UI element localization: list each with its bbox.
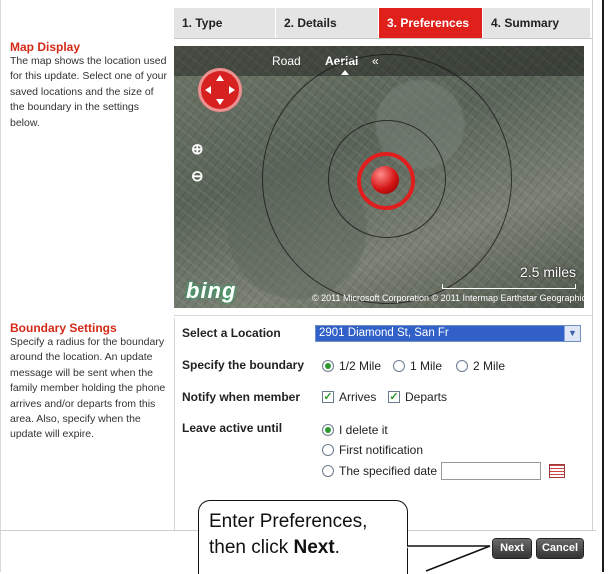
checkbox-label: Arrives: [339, 390, 377, 404]
callout-period: .: [334, 537, 340, 558]
checkbox-label: Departs: [405, 390, 448, 404]
callout-line-2: then click Next.: [209, 535, 407, 561]
location-marker[interactable]: [371, 166, 399, 194]
checkbox[interactable]: ✓: [388, 391, 400, 403]
map-copyright: © 2011 Microsoft Corporation © 2011 Inte…: [312, 293, 584, 303]
tab-details[interactable]: 2. Details: [276, 8, 379, 38]
cancel-button[interactable]: Cancel: [537, 539, 583, 558]
option-label: 1/2 Mile: [339, 359, 382, 373]
notify-label: Notify when member: [182, 390, 301, 404]
tab-summary[interactable]: 4. Summary: [483, 8, 591, 38]
callout-pointer: [406, 545, 491, 572]
zoom-controls: ⊕ ⊖: [191, 136, 204, 190]
callout-text: then click: [209, 537, 294, 558]
zoom-in-icon[interactable]: ⊕: [191, 136, 204, 163]
boundary-label: Specify the boundary: [182, 358, 305, 372]
option-label: 1 Mile: [410, 359, 443, 373]
boundary-option-one[interactable]: 1 Mile: [393, 359, 442, 373]
checkbox[interactable]: ✓: [322, 391, 334, 403]
active-option-delete[interactable]: I delete it: [322, 423, 388, 437]
boundary-option-two[interactable]: 2 Mile: [456, 359, 505, 373]
option-label: I delete it: [339, 423, 388, 437]
pan-arrows-icon: [205, 75, 235, 105]
column-divider: [174, 318, 175, 530]
active-option-date[interactable]: The specified date: [322, 462, 566, 480]
boundary-settings-section: Boundary Settings Specify a radius for t…: [10, 322, 170, 443]
tab-type[interactable]: 1. Type: [174, 8, 276, 38]
radio-button[interactable]: [393, 360, 405, 372]
instruction-callout: Enter Preferences, then click Next.: [198, 500, 408, 574]
scale-label: 2.5 miles: [519, 264, 576, 280]
callout-emphasis: Next: [293, 537, 335, 558]
boundary-settings-heading: Boundary Settings: [10, 321, 117, 335]
tab-preferences[interactable]: 3. Preferences: [379, 8, 483, 38]
option-label: The specified date: [339, 464, 438, 478]
next-button[interactable]: Next: [493, 539, 531, 558]
radio-button[interactable]: [456, 360, 468, 372]
active-until-label: Leave active until: [182, 421, 283, 435]
map-display-text: The map shows the location used for this…: [10, 55, 168, 129]
right-rule: [592, 0, 593, 530]
radio-button[interactable]: [322, 444, 334, 456]
map-tab-road[interactable]: Road: [272, 54, 301, 68]
option-label: First notification: [339, 443, 424, 457]
chevron-down-icon[interactable]: ▼: [564, 326, 580, 341]
callout-line-1: Enter Preferences,: [209, 511, 368, 532]
notify-departs[interactable]: ✓ Departs: [388, 390, 447, 404]
zoom-out-icon[interactable]: ⊖: [191, 163, 204, 190]
boundary-option-half[interactable]: 1/2 Mile: [322, 359, 381, 373]
radio-button[interactable]: [322, 360, 334, 372]
radio-button[interactable]: [322, 424, 334, 436]
tabs-underline: [174, 38, 592, 39]
date-input[interactable]: [441, 462, 542, 480]
location-select-value: 2901 Diamond St, San Fr: [319, 327, 449, 339]
location-label: Select a Location: [182, 326, 281, 340]
pan-control[interactable]: [198, 68, 242, 112]
option-label: 2 Mile: [473, 359, 506, 373]
map-view[interactable]: Road Aerial « ⊕ ⊖ 2.5 miles bing © 2011 …: [174, 46, 584, 308]
active-option-first[interactable]: First notification: [322, 443, 423, 457]
map-display-heading: Map Display: [10, 40, 81, 54]
notify-arrives[interactable]: ✓ Arrives: [322, 390, 376, 404]
radio-button[interactable]: [322, 465, 334, 477]
boundary-settings-text: Specify a radius for the boundary around…: [10, 336, 166, 441]
map-display-section: Map Display The map shows the location u…: [10, 41, 170, 131]
calendar-icon[interactable]: [549, 464, 566, 478]
bing-logo: bing: [186, 278, 237, 303]
scale-bar: [442, 284, 576, 289]
wizard-tabs: 1. Type 2. Details 3. Preferences 4. Sum…: [174, 8, 591, 38]
location-select[interactable]: 2901 Diamond St, San Fr ▼: [315, 325, 581, 342]
section-divider: [174, 315, 592, 316]
